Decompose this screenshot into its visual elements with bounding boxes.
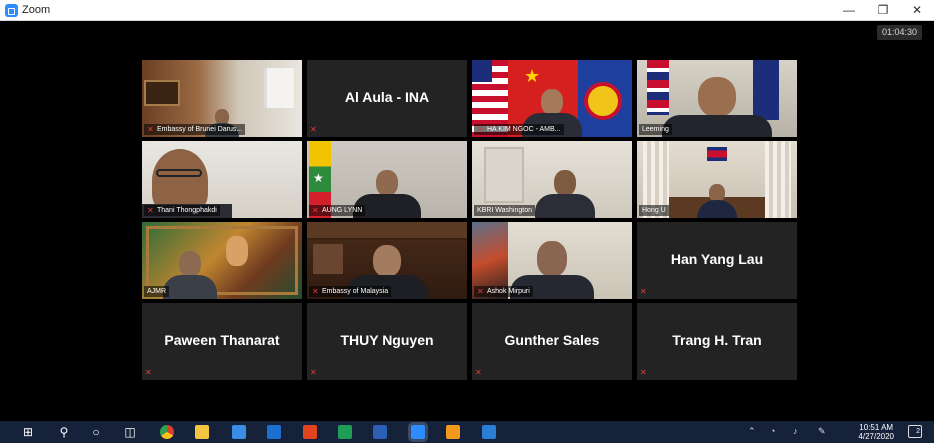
task-view-icon[interactable]: ◫ (122, 424, 138, 440)
participant-tile[interactable]: Han Yang Lau ✕ (637, 222, 797, 299)
participant-name: ✕ Embassy of Malaysia (309, 286, 392, 297)
participant-tile[interactable]: ✕ Embassy of Malaysia (307, 222, 467, 299)
participant-tile[interactable]: ★ ✕ AUNG LYNN (307, 141, 467, 218)
taskbar-clock[interactable]: 10:51 AM 4/27/2020 (858, 423, 894, 441)
muted-mic-icon: ✕ (145, 368, 152, 377)
windows-taskbar: ⊞ ⚲ ○ ◫ ⌃ ◔ ♪ ✎ 10:51 AM 4/27/2020 2 (0, 421, 934, 443)
chrome-icon[interactable] (160, 425, 174, 439)
clock-date: 4/27/2020 (858, 432, 894, 441)
muted-mic-icon: ✕ (640, 368, 647, 377)
cortana-icon[interactable]: ○ (88, 424, 104, 440)
muted-mic-icon: ✕ (147, 125, 154, 134)
gallery-view: 01:04:30 ✕ Embassy of Brunei Darus... Al … (0, 21, 934, 421)
participant-name: Han Yang Lau (670, 251, 764, 267)
participant-name: ✕ HA KIM NGOC - AMB... (474, 124, 564, 135)
minimize-button[interactable]: — (832, 0, 866, 21)
participant-name: ✕ Ashok Mirpuri (474, 286, 533, 297)
participant-name: Al Aula - INA (344, 89, 430, 105)
muted-mic-icon: ✕ (312, 206, 319, 215)
participant-name: ✕ Thani Thongphakdi (144, 205, 220, 216)
window-title: Zoom (22, 4, 51, 16)
wifi-icon[interactable]: ◔ (770, 426, 775, 436)
zoom-icon[interactable] (408, 422, 428, 442)
participant-name: Leeming (639, 124, 672, 135)
office-icon[interactable] (303, 425, 317, 439)
participant-tile[interactable]: ✕ Thani Thongphakdi (142, 141, 302, 218)
muted-mic-icon: ✕ (147, 206, 154, 215)
muted-mic-icon: ✕ (477, 287, 484, 296)
participant-tile[interactable]: THUY Nguyen ✕ (307, 303, 467, 380)
title-bar: Zoom — ❐ ✕ (0, 0, 934, 21)
participant-name: AJMR (144, 286, 170, 297)
participant-name: Gunther Sales (504, 332, 600, 348)
store-icon[interactable] (232, 425, 246, 439)
zoom-app-icon (5, 4, 18, 17)
muted-mic-icon: ✕ (310, 368, 317, 377)
word-icon[interactable] (373, 425, 387, 439)
muted-mic-icon: ✕ (640, 287, 647, 296)
muted-mic-icon: ✕ (310, 125, 317, 134)
file-explorer-icon[interactable] (195, 425, 209, 439)
participant-tile-active-speaker[interactable]: Leeming (637, 60, 797, 137)
notification-count: 2 (916, 428, 920, 435)
participant-tile[interactable]: Paween Thanarat ✕ (142, 303, 302, 380)
search-icon[interactable]: ⚲ (56, 424, 72, 440)
participant-name: KBRI Washington (474, 205, 535, 216)
mail-icon[interactable] (267, 425, 281, 439)
participant-tile[interactable]: KBRI Washington (472, 141, 632, 218)
participant-name: THUY Nguyen (340, 332, 434, 348)
muted-mic-icon: ✕ (477, 125, 484, 134)
participant-tile[interactable]: Al Aula - INA ✕ (307, 60, 467, 137)
clock-time: 10:51 AM (859, 423, 894, 432)
volume-icon[interactable]: ♪ (793, 426, 798, 436)
participant-name: Hong U (639, 205, 669, 216)
notifications-icon[interactable]: 2 (908, 425, 922, 438)
windows-start-icon[interactable]: ⊞ (20, 424, 36, 440)
participant-name: ✕ Embassy of Brunei Darus... (144, 124, 246, 135)
security-icon[interactable] (338, 425, 352, 439)
participant-name: ✕ AUNG LYNN (309, 205, 366, 216)
participant-tile[interactable]: Trang H. Tran ✕ (637, 303, 797, 380)
photos-icon[interactable] (482, 425, 496, 439)
restore-button[interactable]: ❐ (866, 0, 900, 21)
participant-tile[interactable]: ★ ✕ HA KIM NGOC - AMB... (472, 60, 632, 137)
participant-name: Paween Thanarat (164, 332, 280, 348)
chevron-up-icon[interactable]: ⌃ (748, 426, 756, 437)
participant-tile[interactable]: Gunther Sales ✕ (472, 303, 632, 380)
participant-tile[interactable]: Hong U (637, 141, 797, 218)
participant-tile[interactable]: ✕ Embassy of Brunei Darus... (142, 60, 302, 137)
meeting-timer: 01:04:30 (876, 25, 922, 40)
muted-mic-icon: ✕ (312, 287, 319, 296)
close-button[interactable]: ✕ (900, 0, 934, 21)
participant-tile[interactable]: AJMR (142, 222, 302, 299)
participant-name: Trang H. Tran (672, 332, 762, 348)
pen-icon[interactable]: ✎ (818, 426, 826, 437)
participant-tile[interactable]: ✕ Ashok Mirpuri (472, 222, 632, 299)
muted-mic-icon: ✕ (475, 368, 482, 377)
snip-icon[interactable] (446, 425, 460, 439)
